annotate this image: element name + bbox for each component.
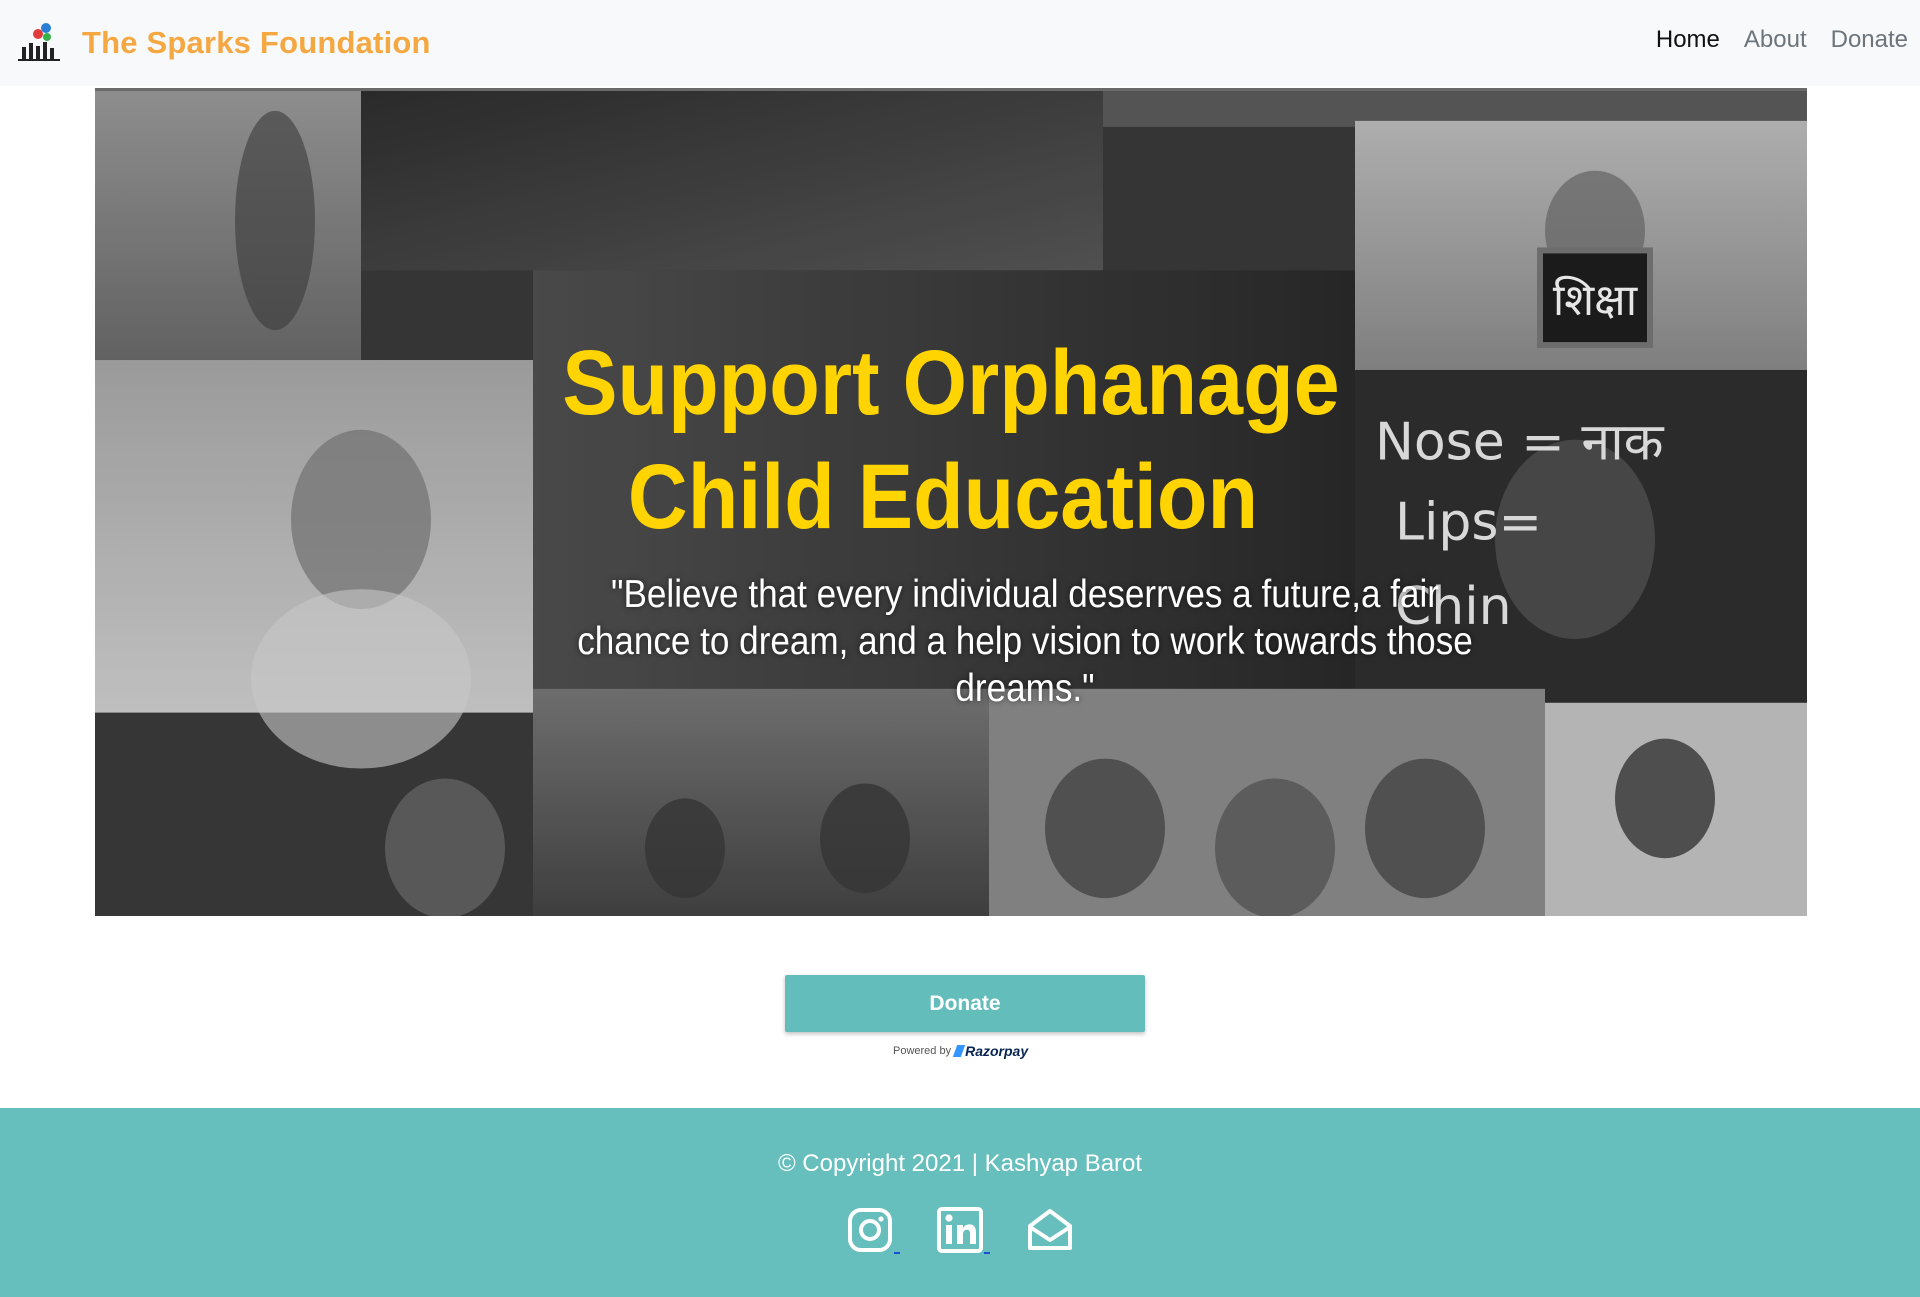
razorpay-name: Razorpay — [965, 1043, 1029, 1059]
hero-quote: "Believe that every individual deserrves… — [577, 573, 1473, 710]
nav-about-link[interactable]: About — [1744, 26, 1807, 54]
hero-banner: शिक्षा Nose = नाक Lips= Chin Support Orp… — [95, 88, 1807, 916]
razorpay-logo: Razorpay — [952, 1043, 1029, 1059]
donate-button[interactable]: Donate — [785, 975, 1145, 1032]
social-links — [0, 1206, 1920, 1254]
nav-donate-link[interactable]: Donate — [1831, 26, 1908, 54]
hero-title-line-1: Support Orphanage — [562, 332, 1340, 434]
instagram-icon — [848, 1208, 892, 1252]
sparks-logo-icon — [18, 23, 60, 61]
copyright-text: © Copyright 2021 | Kashyap Barot — [777, 1150, 1143, 1177]
mail-link[interactable] — [1026, 1206, 1074, 1254]
nav-home-link[interactable]: Home — [1656, 26, 1720, 54]
razorpay-badge[interactable]: Powered by Razorpay — [893, 1043, 1028, 1059]
hero-title-line-2: Child Education — [627, 446, 1259, 548]
nav-links: Home About Donate — [1632, 26, 1908, 54]
chalkboard-shiksha-text: शिक्षा — [1553, 275, 1638, 326]
instagram-link[interactable] — [846, 1206, 900, 1254]
brand-name: The Sparks Foundation — [82, 25, 431, 60]
linkedin-link[interactable] — [936, 1206, 990, 1254]
linkedin-icon — [937, 1207, 983, 1253]
navbar: The Sparks Foundation Home About Donate — [0, 0, 1920, 86]
footer: © Copyright 2021 | Kashyap Barot — [0, 1108, 1920, 1297]
brand-link[interactable]: The Sparks Foundation — [16, 20, 431, 66]
mail-icon — [1028, 1209, 1072, 1250]
razorpay-mark-icon — [952, 1045, 966, 1057]
powered-by-label: Powered by — [893, 1045, 952, 1057]
